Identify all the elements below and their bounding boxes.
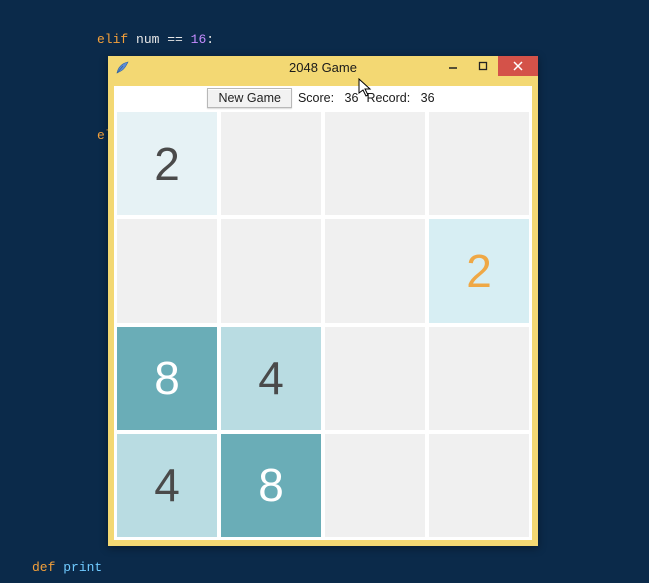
grid-cell-0-1 [221,112,321,215]
grid-cell-2-2 [325,327,425,430]
grid-cell-3-3 [429,434,529,537]
grid-cell-0-3 [429,112,529,215]
score-label: Score: 36 [294,91,362,105]
grid-cell-1-2 [325,219,425,322]
grid-cell-2-3 [429,327,529,430]
game-grid[interactable]: 2 2 8 4 4 8 [117,112,529,537]
grid-cell-2-0: 8 [117,327,217,430]
window-maximize-button[interactable] [468,56,498,76]
minimize-icon [448,61,458,71]
grid-cell-0-0: 2 [117,112,217,215]
grid-cell-1-0 [117,219,217,322]
score-label-text: Score: [298,91,334,105]
grid-cell-0-2 [325,112,425,215]
score-value: 36 [345,91,359,105]
grid-cell-1-3: 2 [429,219,529,322]
new-game-button[interactable]: New Game [207,88,292,108]
game-topbar: New Game Score: 36 Record: 36 [114,86,532,110]
window-titlebar[interactable]: 2048 Game [108,56,538,82]
close-icon [513,61,523,71]
app-client-area: New Game Score: 36 Record: 36 2 2 8 4 [114,86,532,540]
game-window: 2048 Game New Game Score: 36 Record: 36 [108,56,538,546]
grid-cell-3-0: 4 [117,434,217,537]
window-close-button[interactable] [498,56,538,76]
grid-cell-3-2 [325,434,425,537]
record-label: Record: 36 [362,91,438,105]
grid-cell-3-1: 8 [221,434,321,537]
record-label-text: Record: [366,91,410,105]
window-minimize-button[interactable] [438,56,468,76]
grid-cell-1-1 [221,219,321,322]
maximize-icon [478,61,488,71]
grid-cell-2-1: 4 [221,327,321,430]
record-value: 36 [421,91,435,105]
